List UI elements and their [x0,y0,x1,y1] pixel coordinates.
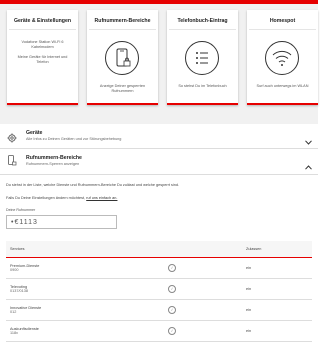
info-icon[interactable]: i [168,285,176,293]
card-phonebook-entry[interactable]: Telefonbuch-Eintrag So stehst Du im Tele… [167,10,238,105]
allow-value: ein [242,257,312,279]
card-description: Anzeige Deiner gesperrten Rufnummern [99,84,146,93]
card-title: Geräte & Einstellungen [13,18,72,24]
accordion-title: Geräte [26,130,43,136]
info-text: Du siehst in der Liste, welche Dienste u… [6,183,180,187]
table-row: Auskunftsdienste 118x i ein [6,320,312,342]
phone-lock-icon [7,154,17,172]
field-label: Deine Rufnummer [6,208,36,212]
phone-number-field: •€1113 [6,215,117,229]
card-description: Vodafone Station Wi-Fi 6 Kabelmodem Mein… [17,40,68,64]
allow-value: ein [242,299,312,321]
list-icon [185,41,219,75]
column-header-allow: Zulassen [242,241,312,258]
service-number: 0137/0138 [10,289,28,293]
accordion-devices[interactable]: Geräte Alle Infos zu Deinen Geräten und … [0,124,318,148]
card-devices-settings[interactable]: Geräte & Einstellungen Vodafone Station … [7,10,78,105]
card-title: Telefonbuch-Eintrag [177,18,228,24]
allow-value: ein [242,320,312,342]
change-text-label: Falls Du Deine Einstellungen ändern möch… [6,196,86,200]
phone-number-value: •€1113 [11,219,38,226]
allow-value: ein [242,278,312,300]
change-text: Falls Du Deine Einstellungen ändern möch… [6,196,117,200]
brand-top-bar [0,0,318,4]
chevron-up-icon[interactable] [305,157,312,175]
card-divider [9,29,76,30]
card-description: So stehst Du im Telefonbuch [178,84,227,88]
call-us-link[interactable]: ruf uns einfach an. [86,196,117,200]
accordion-number-ranges[interactable]: Rufnummern-Bereiche Rufnummern-Sperren a… [0,149,318,173]
card-divider [89,29,156,30]
card-title: Homespot [269,18,296,24]
card-description: Surf auch unterwegs im WLAN [256,84,309,88]
service-number: 118x [10,331,18,335]
accordion-title: Rufnummern-Bereiche [26,155,82,161]
accordion-subtitle: Rufnummern-Sperren anzeigen [26,162,80,166]
table-row: Televoting 0137/0138 i ein [6,278,312,300]
card-divider [249,29,316,30]
card-number-ranges[interactable]: Rufnummern-Bereiche Anzeige Deiner gespe… [87,10,158,105]
phone-lock-icon [105,41,139,75]
card-title: Rufnummern-Bereiche [94,18,151,24]
card-homespot[interactable]: Homespot Surf auch unterwegs im WLAN [247,10,318,105]
services-table: Services Zulassen Premium-Dienste 0900 i … [6,241,312,342]
accordion-subtitle: Alle Infos zu Deinen Geräten und zur Stö… [26,137,122,141]
gear-icon [7,130,17,148]
column-header-services: Services [6,241,164,258]
column-header-info [164,241,242,258]
divider [0,174,318,175]
table-row: Premium-Dienste 0900 i ein [6,257,312,279]
table-row: Innovative Dienste 012 i ein [6,299,312,321]
info-icon[interactable]: i [168,264,176,272]
info-icon[interactable]: i [168,306,176,314]
info-icon[interactable]: i [168,327,176,335]
service-number: 0900 [10,268,19,272]
section-gap [0,116,318,124]
table-header-row: Services Zulassen [6,241,312,258]
card-divider [169,29,236,30]
service-number: 012 [10,310,17,314]
wifi-icon [265,41,299,75]
